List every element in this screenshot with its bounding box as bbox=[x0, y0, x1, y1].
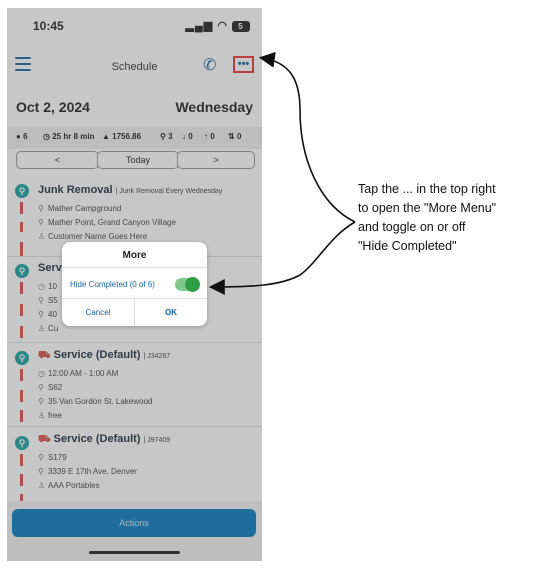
annotation-line: and toggle on or off bbox=[358, 220, 466, 234]
annotation-text: Tap the ... in the top right to open the… bbox=[358, 180, 538, 256]
annotation-line: to open the "More Menu" bbox=[358, 201, 497, 215]
annotation-arrows bbox=[208, 51, 356, 295]
annotation-line: Tap the ... in the top right bbox=[358, 182, 496, 196]
annotation-line: "Hide Completed" bbox=[358, 239, 457, 253]
arrow-to-more-icon bbox=[258, 51, 356, 223]
arrow-to-toggle bbox=[208, 221, 356, 295]
